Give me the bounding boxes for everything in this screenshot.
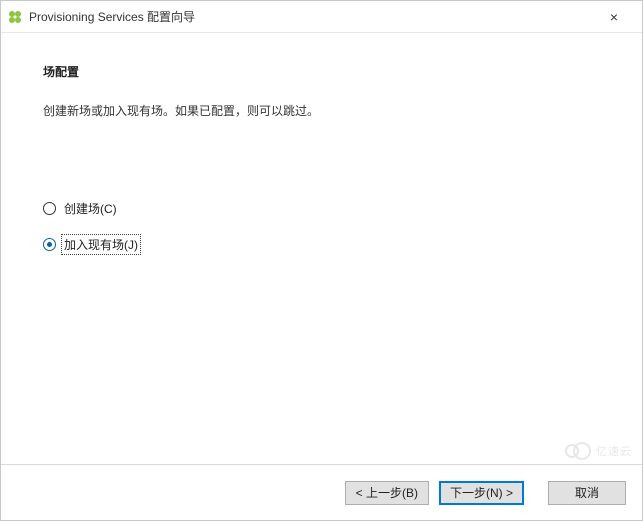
next-button[interactable]: 下一步(N) > [439, 481, 524, 505]
radio-icon [43, 238, 56, 251]
back-button[interactable]: < 上一步(B) [345, 481, 429, 505]
option-create-farm[interactable]: 创建场(C) [43, 199, 610, 217]
option-join-farm-label: 加入现有场(J) [62, 235, 140, 254]
cancel-button[interactable]: 取消 [548, 481, 626, 505]
app-icon [7, 9, 23, 25]
titlebar: Provisioning Services 配置向导 × [1, 1, 642, 33]
page-description: 创建新场或加入现有场。如果已配置，则可以跳过。 [43, 102, 610, 119]
page-heading: 场配置 [43, 63, 610, 80]
watermark: 亿速云 [565, 442, 632, 460]
close-icon: × [610, 9, 618, 25]
close-button[interactable]: × [594, 3, 634, 31]
option-create-farm-label: 创建场(C) [62, 199, 119, 218]
option-join-farm[interactable]: 加入现有场(J) [43, 235, 610, 253]
wizard-content: 场配置 创建新场或加入现有场。如果已配置，则可以跳过。 创建场(C) 加入现有场… [1, 33, 642, 281]
window-title: Provisioning Services 配置向导 [29, 8, 594, 25]
watermark-text: 亿速云 [596, 446, 632, 458]
radio-icon [43, 202, 56, 215]
button-bar: < 上一步(B) 下一步(N) > 取消 [1, 464, 642, 520]
farm-options-group: 创建场(C) 加入现有场(J) [43, 199, 610, 253]
